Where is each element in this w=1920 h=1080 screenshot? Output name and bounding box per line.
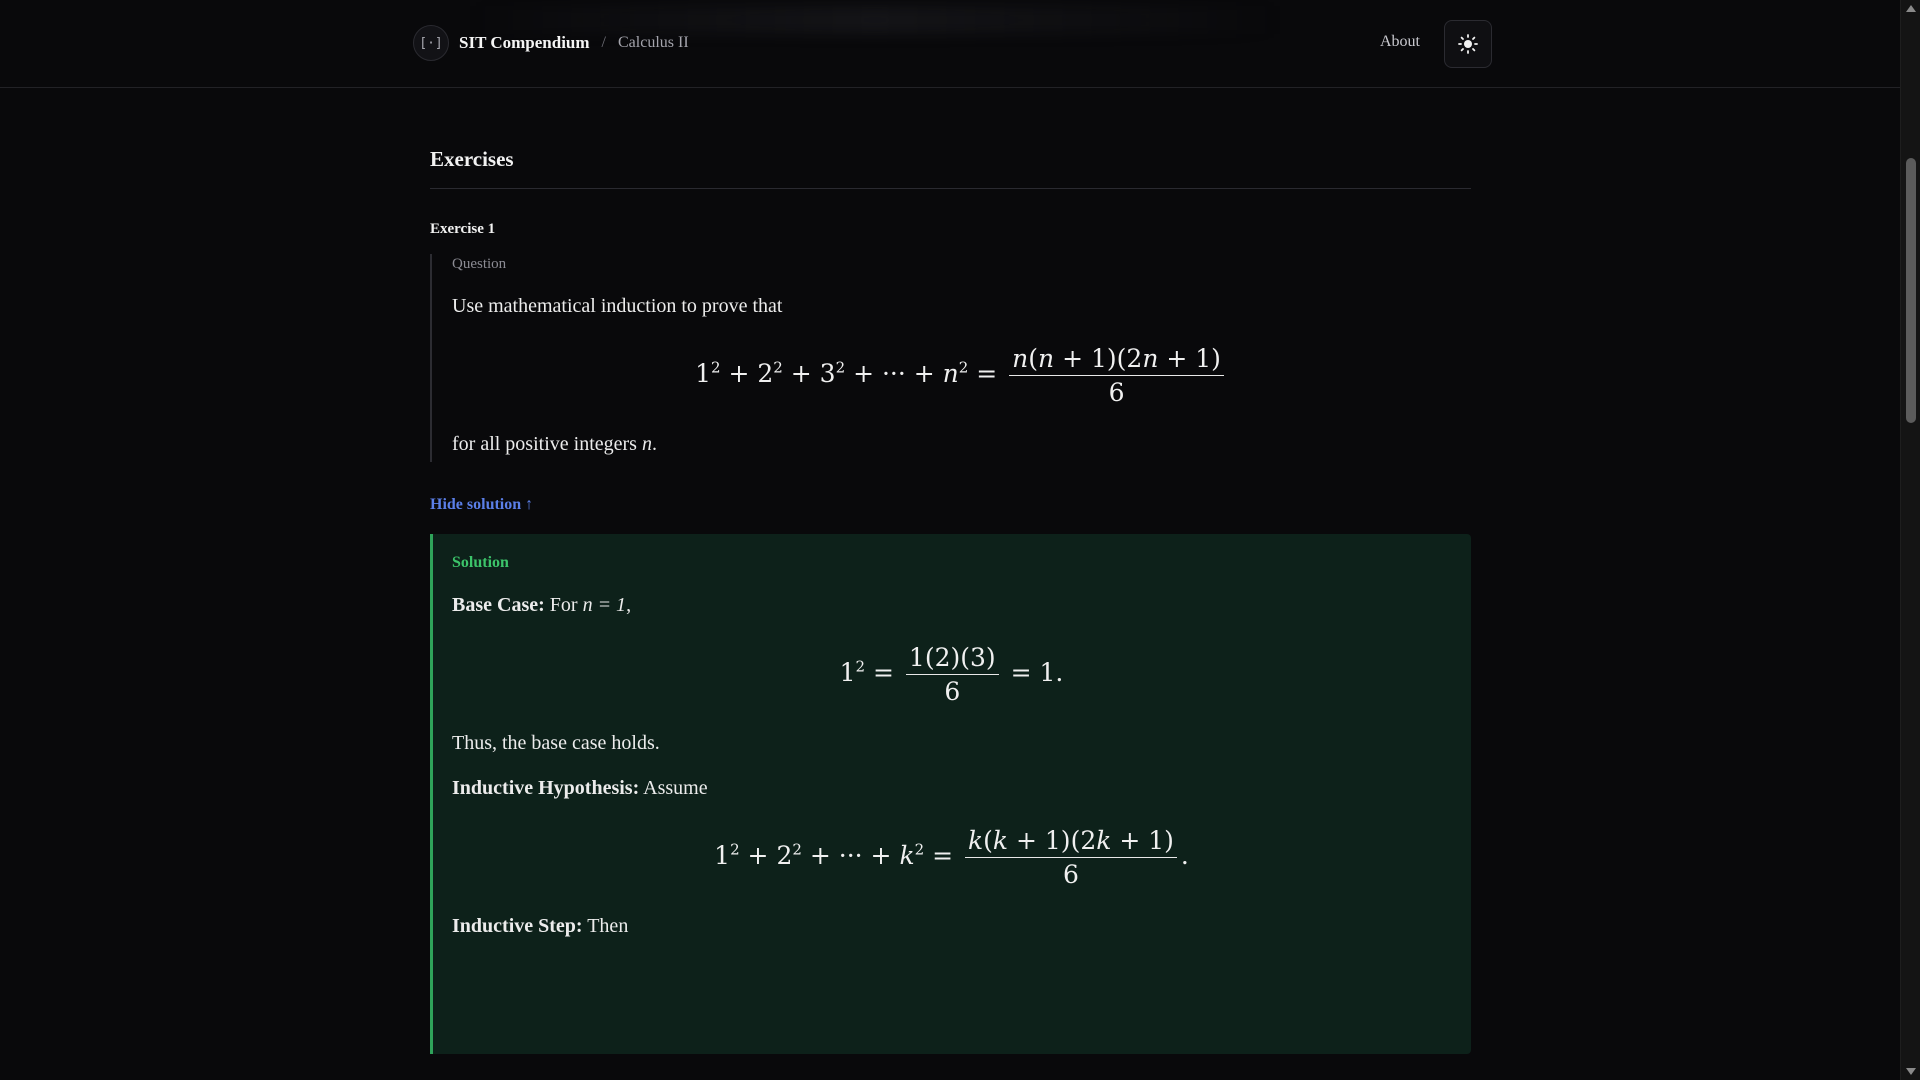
step-text: Then xyxy=(587,915,629,937)
about-link[interactable]: About xyxy=(1380,33,1420,51)
step-title: Inductive Step: xyxy=(452,915,583,937)
sum-of-squares-equation: 12 + 22 + 32 + ··· + n2 = n(n + 1)(2n + … xyxy=(452,344,1471,407)
question-outro: for all positive integers n. xyxy=(452,433,1471,456)
step-line: Inductive Step: Then xyxy=(452,915,1451,938)
breadcrumb-separator: / xyxy=(601,34,606,51)
top-header: [·] SIT Compendium / Calculus II About xyxy=(0,0,1901,88)
question-label: Question xyxy=(452,256,507,272)
base-case-comma: , xyxy=(626,594,632,616)
question-intro: Use mathematical induction to prove that xyxy=(452,295,783,317)
hypothesis-text: Assume xyxy=(643,777,708,799)
base-case-line: Base Case: For n = 1, xyxy=(452,594,1451,617)
scroll-thumb[interactable] xyxy=(1906,158,1916,423)
brand[interactable]: [·] SIT Compendium / Calculus II xyxy=(413,25,689,61)
base-case-equation: 12 = 1(2)(3) 6 = 1. xyxy=(839,643,1064,706)
main-content: Exercises Exercise 1 Question Use mathem… xyxy=(430,87,1471,1054)
vertical-scrollbar[interactable] xyxy=(1900,0,1920,1080)
solution-label: Solution xyxy=(452,554,509,571)
breadcrumb-calculus-ii[interactable]: Calculus II xyxy=(618,34,689,52)
question-block: Question Use mathematical induction to p… xyxy=(430,254,1471,462)
logo-icon[interactable]: [·] xyxy=(413,25,449,61)
outro-prefix: for all positive integers xyxy=(452,433,642,455)
base-case-holds: Thus, the base case holds. xyxy=(452,732,660,754)
scroll-down-icon[interactable] xyxy=(1906,1068,1916,1075)
outro-suffix: . xyxy=(651,433,657,455)
sun-icon xyxy=(1458,34,1478,54)
brand-name[interactable]: SIT Compendium xyxy=(459,33,590,53)
outro-variable: n xyxy=(641,433,652,455)
hypothesis-title: Inductive Hypothesis: xyxy=(452,777,640,799)
section-title: Exercises xyxy=(430,147,1471,189)
hypothesis-equation: 12 + 22 + ··· + k2 = k(k + 1)(2k + 1) 6. xyxy=(714,826,1189,889)
base-case-text: For xyxy=(549,594,583,616)
hypothesis-line: Inductive Hypothesis: Assume xyxy=(452,777,1451,800)
exercise-title: Exercise 1 xyxy=(430,221,496,237)
base-case-title: Base Case: xyxy=(452,594,545,616)
solution-block: Solution Base Case: For n = 1, 12 = 1(2)… xyxy=(430,534,1471,1054)
theme-toggle-button[interactable] xyxy=(1444,20,1492,68)
hide-solution-link[interactable]: Hide solution ↑ xyxy=(430,496,1471,514)
base-case-math: n = 1 xyxy=(582,594,627,616)
scroll-up-icon[interactable] xyxy=(1906,5,1916,12)
